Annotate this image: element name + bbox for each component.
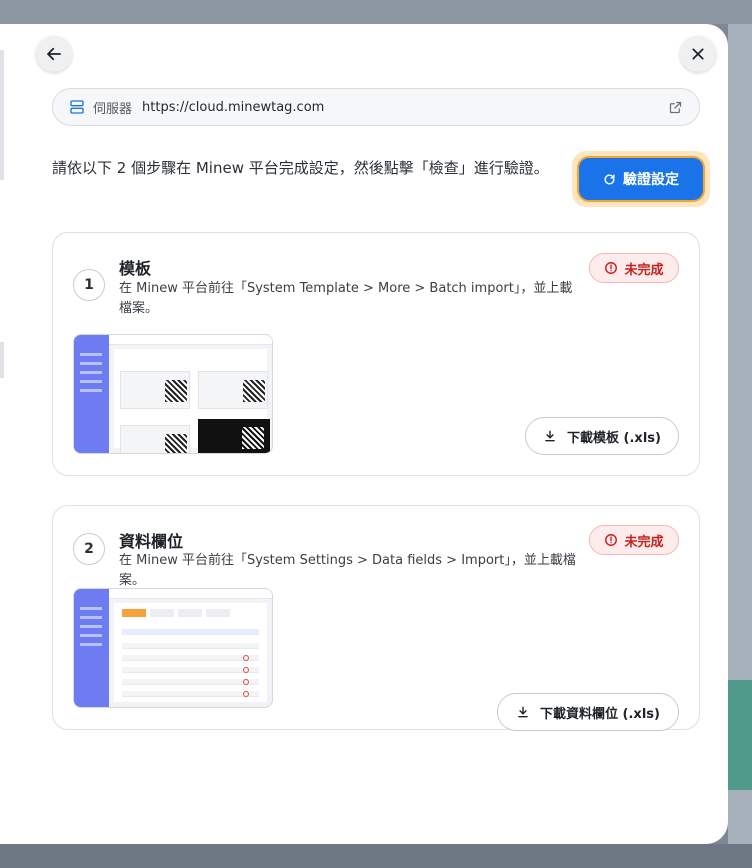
external-link-icon[interactable] bbox=[668, 100, 683, 115]
download-icon bbox=[518, 706, 528, 718]
close-button[interactable] bbox=[680, 36, 716, 72]
server-label: 伺服器 bbox=[93, 101, 133, 117]
server-icon bbox=[70, 100, 84, 114]
status-badge: 未完成 bbox=[589, 253, 679, 283]
background-top bbox=[0, 0, 752, 24]
data-fields-screenshot-image bbox=[73, 588, 273, 708]
step-card-template: 1 模板 在 Minew 平台前往「System Template > More… bbox=[52, 232, 700, 476]
verify-settings-button[interactable]: 驗證設定 bbox=[577, 156, 705, 202]
intro-text: 請依以下 2 個步驟在 Minew 平台完成設定，然後點擊「檢查」進行驗證。 bbox=[52, 159, 549, 177]
background-left-strip bbox=[0, 50, 4, 180]
status-badge: 未完成 bbox=[589, 525, 679, 555]
step-description: 在 Minew 平台前往「System Template > More > Ba… bbox=[119, 281, 573, 316]
step-description: 在 Minew 平台前往「System Settings > Data fiel… bbox=[119, 553, 576, 588]
status-text: 未完成 bbox=[624, 262, 664, 278]
status-text: 未完成 bbox=[624, 534, 664, 550]
step-title: 模板 bbox=[119, 259, 152, 278]
download-template-button[interactable]: 下載模板 (.xls) bbox=[525, 417, 679, 455]
arrow-left-icon bbox=[47, 47, 61, 61]
server-bar: 伺服器 https://cloud.minewtag.com bbox=[52, 88, 700, 126]
step-card-data-fields: 2 資料欄位 在 Minew 平台前往「System Settings > Da… bbox=[52, 505, 700, 731]
background-bottom bbox=[0, 844, 752, 868]
server-url: https://cloud.minewtag.com bbox=[142, 99, 325, 115]
setup-modal: 伺服器 https://cloud.minewtag.com 請依以下 2 個步… bbox=[24, 24, 728, 844]
step-number: 2 bbox=[73, 533, 105, 565]
download-icon bbox=[545, 430, 555, 442]
download-data-fields-label: 下載資料欄位 (.xls) bbox=[540, 706, 660, 722]
refresh-icon bbox=[604, 173, 615, 185]
back-button[interactable] bbox=[36, 36, 72, 72]
verify-button-label: 驗證設定 bbox=[623, 172, 679, 188]
background-left-strip bbox=[0, 342, 4, 378]
alert-circle-icon bbox=[605, 534, 618, 546]
alert-circle-icon bbox=[605, 262, 618, 274]
template-screenshot-image bbox=[73, 334, 273, 454]
verify-button-highlight: 驗證設定 bbox=[572, 151, 710, 207]
close-icon bbox=[692, 48, 704, 60]
step-title: 資料欄位 bbox=[119, 532, 184, 551]
step-number: 1 bbox=[73, 269, 105, 301]
background-right-accent bbox=[728, 680, 752, 790]
download-data-fields-button[interactable]: 下載資料欄位 (.xls) bbox=[497, 693, 679, 731]
download-template-label: 下載模板 (.xls) bbox=[567, 430, 661, 446]
